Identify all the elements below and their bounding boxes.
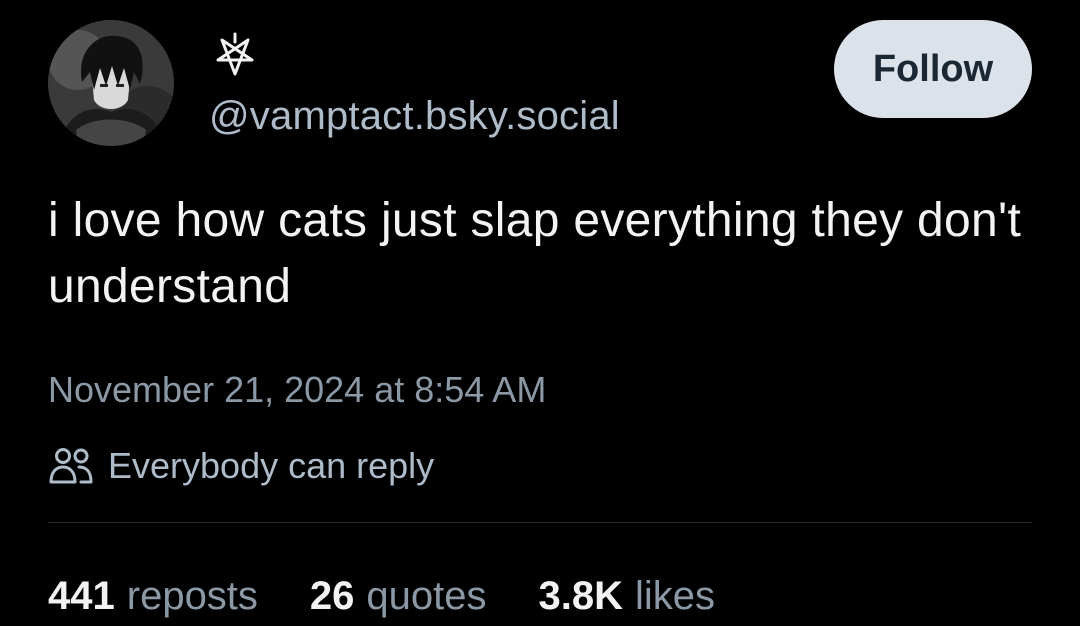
- divider: [48, 522, 1032, 523]
- reposts-count: 441: [48, 574, 115, 618]
- author-avatar[interactable]: [48, 20, 174, 146]
- post-text: i love how cats just slap everything the…: [48, 194, 1022, 313]
- pentagram-icon: [216, 32, 254, 76]
- quotes-count: 26: [309, 574, 355, 618]
- author-handle[interactable]: @vamptact.bsky.social: [209, 90, 620, 142]
- people-icon: [49, 448, 93, 484]
- display-name-pentagram[interactable]: [212, 32, 258, 78]
- anime-avatar-icon: [48, 20, 174, 146]
- likes-stat[interactable]: 3.8K likes: [539, 570, 716, 622]
- post-timestamp[interactable]: November 21, 2024 at 8:54 AM: [48, 366, 546, 414]
- likes-label: likes: [635, 574, 716, 618]
- reply-settings: Everybody can reply: [48, 442, 434, 490]
- post-card: @vamptact.bsky.social Follow i love how …: [0, 0, 1080, 626]
- reply-settings-label: Everybody can reply: [108, 445, 435, 486]
- follow-button[interactable]: Follow: [834, 20, 1032, 118]
- likes-count: 3.8K: [538, 574, 624, 618]
- quotes-label: quotes: [366, 574, 487, 618]
- reposts-stat[interactable]: 441 reposts: [48, 570, 258, 622]
- quotes-stat[interactable]: 26 quotes: [310, 570, 487, 622]
- post-stats: 441 reposts 26 quotes 3.8K likes: [48, 570, 767, 622]
- reposts-label: reposts: [126, 574, 258, 618]
